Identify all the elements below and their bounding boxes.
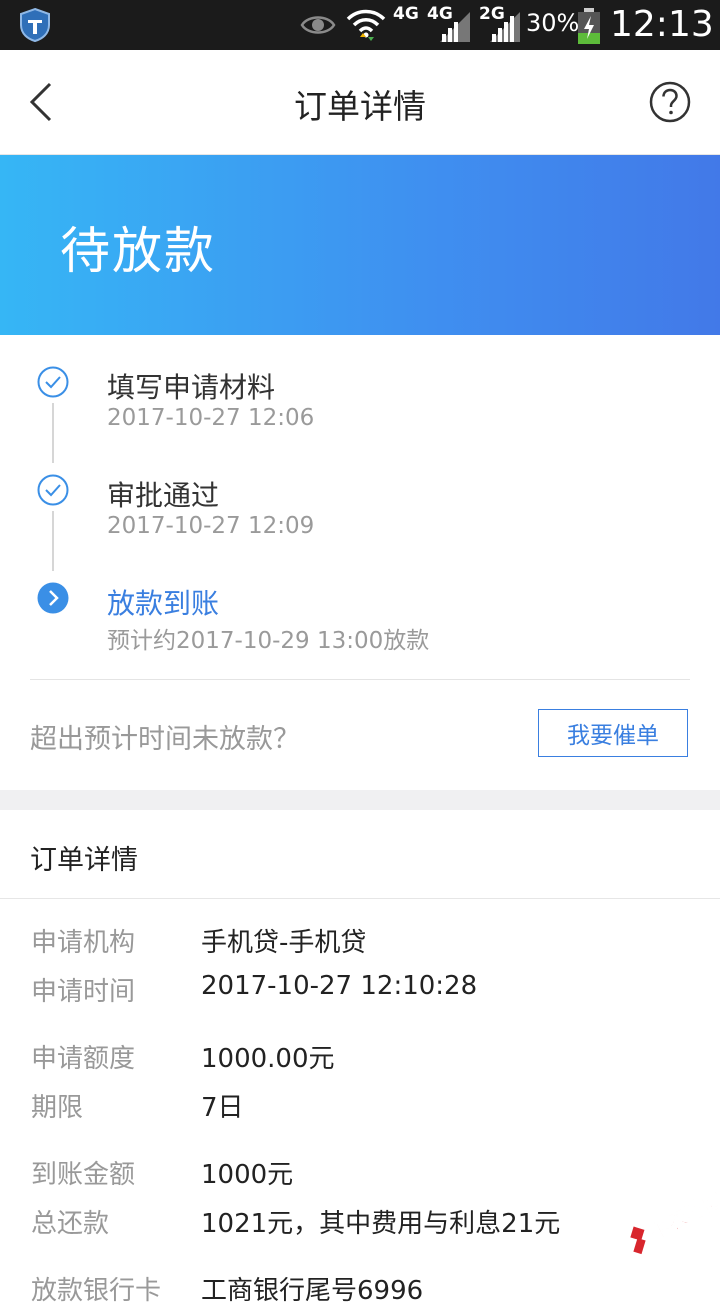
section-title: 订单详情 [30, 845, 138, 876]
signal-icon-2 [490, 12, 520, 42]
detail-value: 1000.00元 [201, 1044, 335, 1074]
detail-value: 1021元，其中费用与利息21元 [201, 1209, 561, 1239]
detail-row: 申请机构 手机贷-手机贷 [0, 922, 720, 962]
timeline-connector [52, 511, 54, 571]
detail-row: 申请时间 2017-10-27 12:10:28 [0, 971, 720, 1011]
detail-key: 总还款 [31, 1209, 110, 1239]
detail-key: 放款银行卡 [31, 1276, 162, 1306]
remind-button[interactable]: 我要催单 [538, 709, 688, 757]
network-type-1: 4G [393, 4, 419, 24]
divider [30, 679, 690, 680]
detail-value: 7日 [201, 1093, 244, 1123]
battery-charging-icon [578, 8, 600, 44]
detail-key: 申请机构 [31, 928, 136, 958]
shield-app-icon [20, 7, 50, 43]
detail-row: 放款银行卡 工商银行尾号6996 [0, 1270, 720, 1310]
wifi-icon [346, 9, 386, 41]
battery-percent: 30% [526, 9, 580, 37]
status-bar: 4G 4G 2G 30% 12:13 [0, 0, 720, 50]
step-time: 2017-10-27 12:06 [107, 405, 315, 431]
nav-bar: 订单详情 [0, 50, 720, 155]
progress-timeline: 填写申请材料 2017-10-27 12:06 审批通过 2017-10-27 … [0, 335, 720, 790]
detail-value: 2017-10-27 12:10:28 [201, 971, 478, 1001]
detail-row: 总还款 1021元，其中费用与利息21元 [0, 1203, 720, 1243]
signal-icon-1 [440, 12, 470, 42]
detail-row: 期限 7日 [0, 1087, 720, 1127]
order-details-section: 订单详情 申请机构 手机贷-手机贷 申请时间 2017-10-27 12:10:… [0, 810, 720, 1306]
detail-key: 期限 [31, 1093, 84, 1123]
timeline-connector [52, 403, 54, 463]
detail-key: 申请额度 [31, 1044, 136, 1074]
check-circle-icon [37, 474, 69, 506]
step-label: 放款到账 [107, 587, 220, 620]
watermark-text: 卡农社区 [646, 1188, 718, 1245]
help-icon[interactable] [648, 80, 692, 124]
chevron-right-circle-icon [37, 582, 69, 614]
step-time: 2017-10-27 12:09 [107, 513, 315, 539]
status-banner: 待放款 [0, 155, 720, 335]
status-clock: 12:13 [610, 4, 714, 45]
divider [0, 898, 720, 899]
step-time: 预计约2017-10-29 13:00放款 [107, 628, 430, 654]
page-title: 订单详情 [294, 87, 426, 126]
order-status: 待放款 [60, 222, 216, 280]
watermark-logo: 卡农社区 [630, 1188, 718, 1255]
detail-row: 申请额度 1000.00元 [0, 1038, 720, 1078]
section-gap [0, 790, 720, 810]
detail-key: 申请时间 [31, 977, 136, 1007]
detail-value: 工商银行尾号6996 [201, 1276, 424, 1306]
remind-question: 超出预计时间未放款？ [30, 724, 300, 755]
check-circle-icon [37, 366, 69, 398]
eye-icon [300, 16, 336, 34]
detail-key: 到账金额 [31, 1160, 136, 1190]
detail-value: 1000元 [201, 1160, 294, 1190]
step-label: 审批通过 [107, 479, 220, 512]
detail-value: 手机贷-手机贷 [201, 928, 367, 958]
step-label: 填写申请材料 [107, 371, 276, 404]
detail-row: 到账金额 1000元 [0, 1154, 720, 1194]
